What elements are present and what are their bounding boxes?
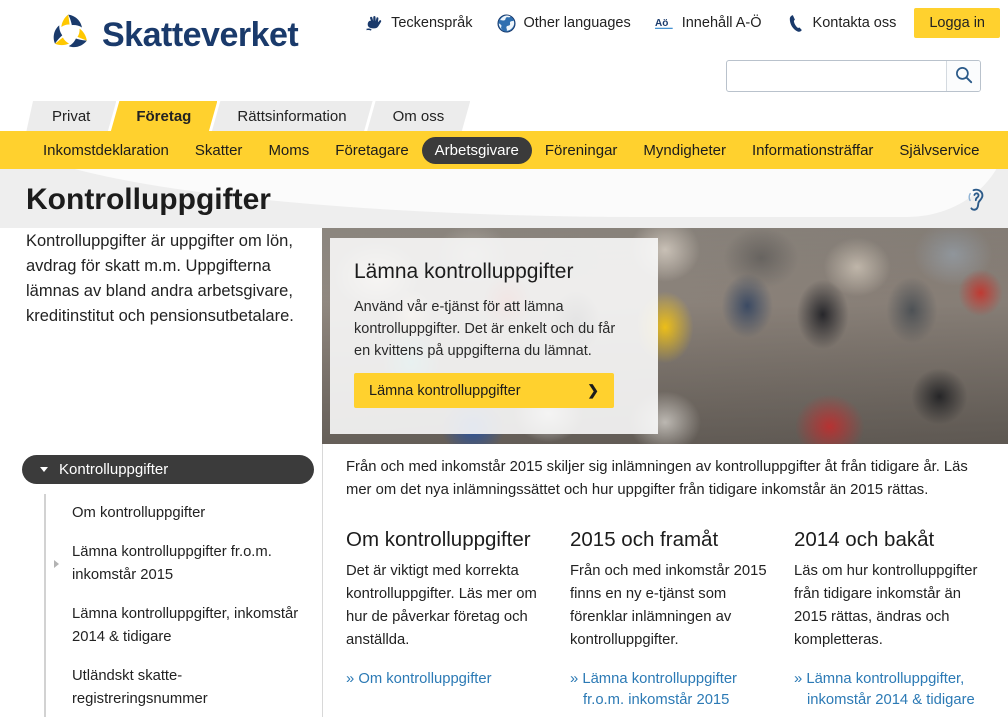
subnav-item-arbetsgivare[interactable]: Arbetsgivare [421,136,532,164]
utility-item-label: Other languages [523,15,631,31]
sidebar-list: Om kontrolluppgifter Lämna kontrolluppgi… [22,494,314,717]
globe-icon [497,13,517,33]
subnav-item-myndigheter[interactable]: Myndigheter [630,137,739,164]
content-column-2014-och-bakat: 2014 och bakåt Läs om hur kontrolluppgif… [794,528,996,711]
chevron-right-icon: ❯ [587,382,599,398]
content-intro-text: Från och med inkomstår 2015 skiljer sig … [346,459,968,498]
column-heading: 2015 och framåt [570,528,719,551]
utility-item-innehall-a-o[interactable]: Aö Innehåll A-Ö [643,13,774,33]
sidebar-item-label: Lämna kontrolluppgifter, inkomstår 2014 … [72,606,299,645]
site-logo[interactable]: Skatteverket [48,11,299,60]
sidebar-item-lamna-2015[interactable]: Lämna kontrolluppgifter fr.o.m. inkomstå… [44,533,314,595]
search-icon [955,66,973,87]
column-body: Det är viktigt med korrekta kontrolluppg… [346,563,537,648]
subnav-item-sjalvservice[interactable]: Självservice [886,137,992,164]
hero-banner: Lämna kontrolluppgifter Använd vår e-tjä… [322,228,1008,444]
sidebar-item-label: Utländskt skatte-registreringsnummer [72,668,208,707]
subnav-item-informationstraffar[interactable]: Informationsträffar [739,137,886,164]
listen-ear-icon[interactable] [963,186,991,214]
tab-rattsinformation[interactable]: Rättsinformation [211,101,372,133]
site-logo-text: Skatteverket [102,16,299,54]
subnav-item-skatter[interactable]: Skatter [182,137,256,164]
subnav-item-moms[interactable]: Moms [255,137,322,164]
login-button[interactable]: Logga in [914,8,1000,38]
sidebar-nav: Kontrolluppgifter Om kontrolluppgifter L… [22,455,314,717]
tab-om-oss[interactable]: Om oss [367,101,471,133]
chevron-down-icon [40,467,48,472]
subnav-item-foreningar[interactable]: Föreningar [532,137,631,164]
column-body: Läs om hur kontrolluppgifter från tidiga… [794,563,978,648]
sign-language-icon [364,13,384,33]
sidebar-item-lamna-2014[interactable]: Lämna kontrolluppgifter, inkomstår 2014 … [44,595,314,657]
column-body: Från och med inkomstår 2015 finns en ny … [570,563,767,648]
sidebar-item-label: Om kontrolluppgifter [72,505,206,521]
primary-tabs: Privat Företag Rättsinformation Om oss [26,99,464,133]
content-column-2015-och-framat: 2015 och framåt Från och med inkomstår 2… [570,528,772,711]
column-heading: Om kontrolluppgifter [346,528,531,551]
hero-card: Lämna kontrolluppgifter Använd vår e-tjä… [330,238,658,434]
utility-item-other-languages[interactable]: Other languages [485,13,643,33]
page-title: Kontrolluppgifter [26,183,271,216]
lower-section: Kontrolluppgifter Om kontrolluppgifter L… [0,444,1008,717]
utility-item-label: Kontakta oss [812,15,897,31]
page-intro-text: Kontrolluppgifter är uppgifter om lön, a… [26,232,294,325]
svg-text:Aö: Aö [655,17,668,28]
search-button[interactable] [946,61,980,91]
utility-item-teckensprak[interactable]: Teckenspråk [352,13,484,33]
hero-cta-button[interactable]: Lämna kontrolluppgifter ❯ [354,373,614,408]
page-root: Teckenspråk Other languages Aö Innehåll … [0,0,1008,717]
phone-icon [786,13,806,33]
sidebar-header-label: Kontrolluppgifter [59,461,169,478]
search-input[interactable] [727,61,946,91]
subnav-item-inkomstdeklaration[interactable]: Inkomstdeklaration [30,137,182,164]
utility-item-kontakta-oss[interactable]: Kontakta oss [774,13,909,33]
search-box [726,60,981,92]
subnav-item-foretagare[interactable]: Företagare [322,137,421,164]
skatteverket-pinwheel-logo [48,11,92,60]
sidebar-header[interactable]: Kontrolluppgifter [22,455,314,484]
sidebar-item-om-kontrolluppgifter[interactable]: Om kontrolluppgifter [44,494,314,533]
column-link-om-kontrolluppgifter[interactable]: » Om kontrolluppgifter [346,669,548,690]
content-column-om-kontrolluppgifter: Om kontrolluppgifter Det är viktigt med … [346,528,548,711]
sidebar-item-utlandskt-skatteregistreringsnummer[interactable]: Utländskt skatte-registreringsnummer [44,657,314,717]
column-link-lamna-2014[interactable]: » Lämna kontrolluppgifter, inkomstår 201… [794,669,996,711]
chevron-right-icon [54,560,59,568]
tab-privat[interactable]: Privat [26,101,116,133]
content-columns: Om kontrolluppgifter Det är viktigt med … [346,528,996,711]
column-divider [322,444,323,717]
a-to-o-icon: Aö [654,13,675,33]
hero-heading: Lämna kontrolluppgifter [354,260,574,283]
tab-foretag[interactable]: Företag [110,101,217,133]
utility-bar: Teckenspråk Other languages Aö Innehåll … [352,8,1000,38]
utility-item-label: Innehåll A-Ö [681,15,762,31]
main-content: Från och med inkomstår 2015 skiljer sig … [346,456,996,711]
utility-item-label: Teckenspråk [391,15,473,31]
secondary-nav: Inkomstdeklaration Skatter Moms Företaga… [0,131,1008,169]
hero-cta-label: Lämna kontrolluppgifter [369,382,521,399]
column-heading: 2014 och bakåt [794,528,935,551]
hero-body: Använd vår e-tjänst för att lämna kontro… [354,299,616,359]
column-link-lamna-2015[interactable]: » Lämna kontrolluppgifter fr.o.m. inkoms… [570,669,772,711]
sidebar-item-label: Lämna kontrolluppgifter fr.o.m. inkomstå… [72,544,272,583]
